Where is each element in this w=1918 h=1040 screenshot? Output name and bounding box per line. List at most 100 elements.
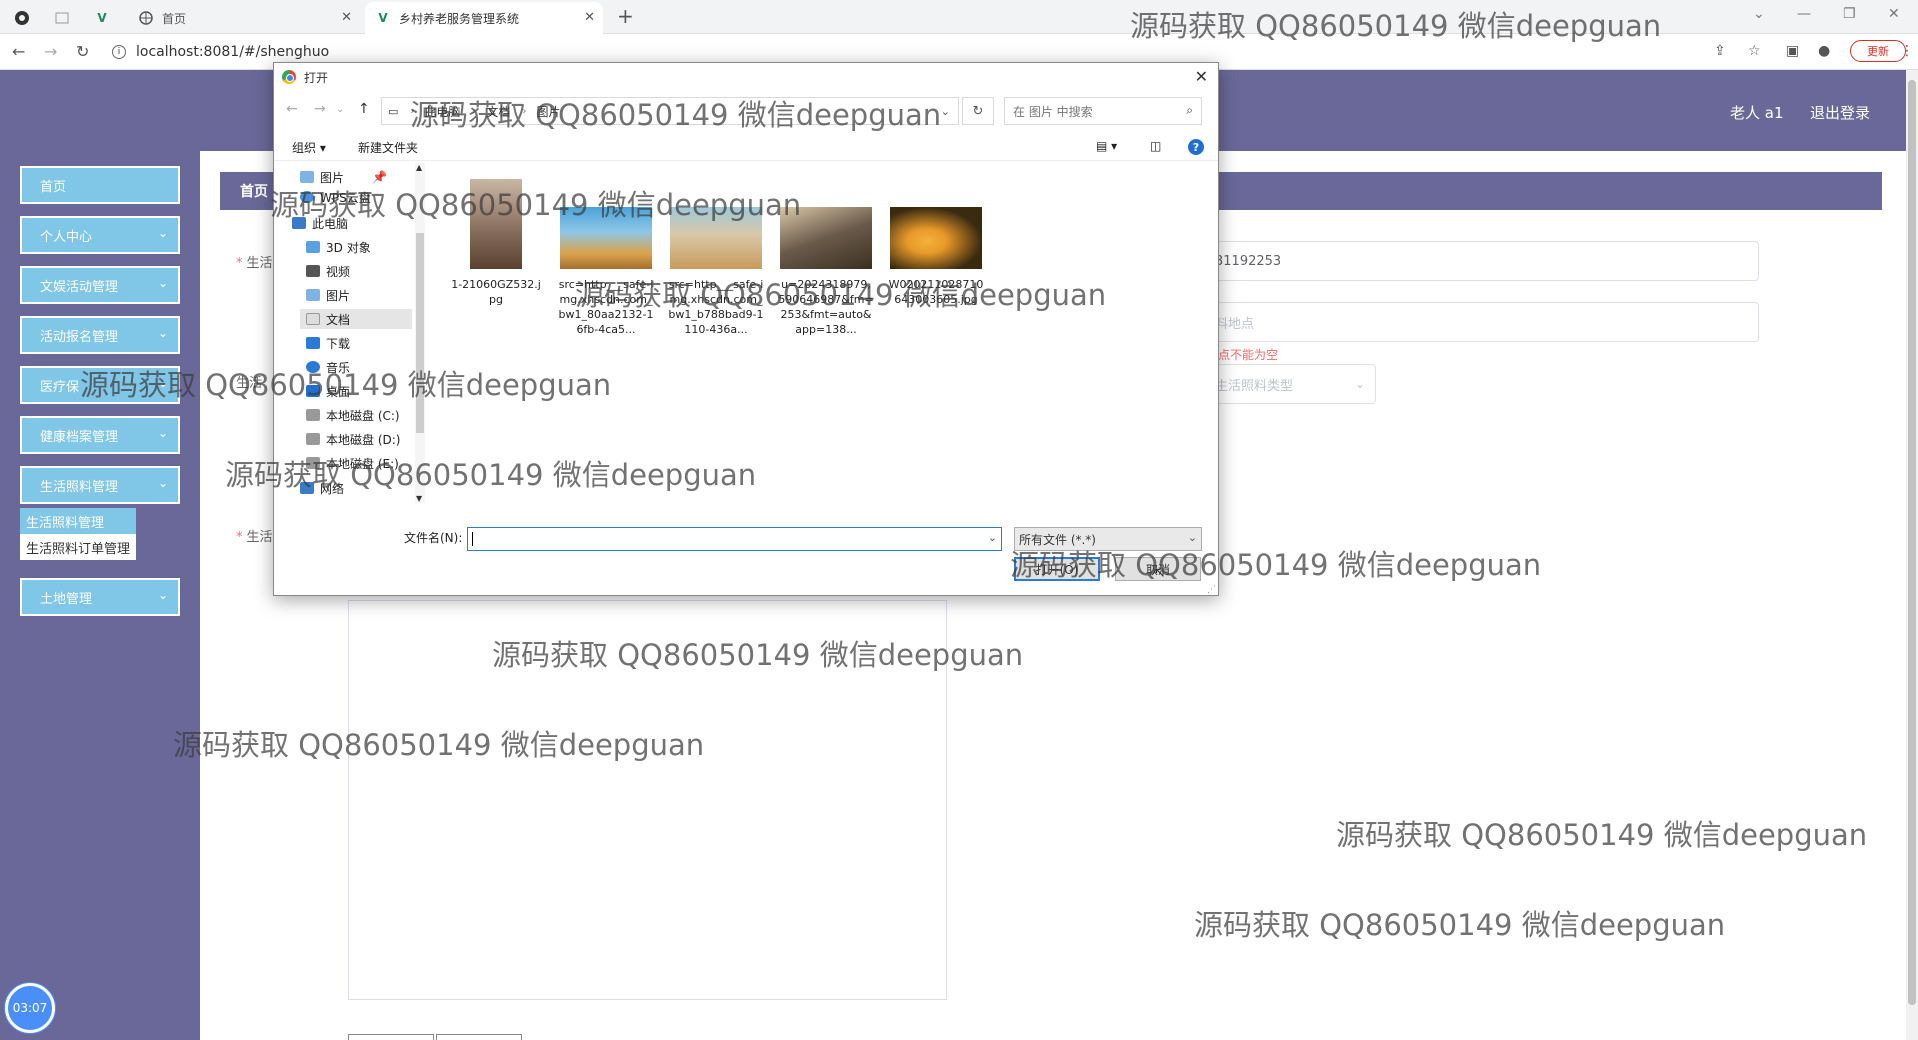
drive-icon	[306, 409, 320, 421]
current-user-label: 老人 a1	[1730, 104, 1784, 122]
reload-icon[interactable]: ↻	[76, 42, 89, 61]
tab-search-chevron-icon[interactable]: ⌄	[1753, 6, 1765, 22]
sidebar-item-land[interactable]: 土地管理 ⌄	[20, 578, 180, 616]
tab-title: 乡村养老服务管理系统	[399, 11, 520, 26]
tree-item-drive-d[interactable]: 本地磁盘 (D:)	[306, 429, 400, 449]
sidebar-item-home[interactable]: 首页	[20, 166, 180, 204]
phone-input[interactable]: 31192253	[1200, 241, 1759, 281]
chevron-down-icon[interactable]: ⌄	[941, 105, 950, 118]
chevron-down-icon: ⌄	[157, 326, 168, 340]
scroll-down-icon[interactable]: ▼	[416, 494, 422, 503]
sidebar-item-label: 生活照料管理	[40, 479, 119, 495]
filename-input[interactable]: ⌄	[467, 527, 1002, 551]
tree-label: 下载	[326, 336, 351, 351]
watermark: 源码获取 QQ86050149 微信deepguan	[80, 368, 612, 402]
forward-arrow-icon[interactable]: →	[44, 42, 57, 61]
image-thumbnail	[890, 207, 982, 269]
window-close-icon[interactable]: ✕	[1888, 6, 1900, 22]
drive-icon	[306, 433, 320, 445]
back-arrow-icon[interactable]: ←	[12, 42, 25, 61]
download-icon	[306, 337, 320, 349]
page-icon	[54, 10, 70, 26]
chevron-down-icon: ⌄	[1354, 377, 1365, 391]
tree-label: 3D 对象	[326, 240, 371, 255]
pinned-tab-github[interactable]	[12, 2, 40, 34]
location-input[interactable]: 料地点	[1200, 302, 1759, 342]
pinned-tab-vue[interactable]: V	[92, 2, 120, 34]
new-folder-button[interactable]: 新建文件夹	[358, 139, 418, 156]
forward-arrow-icon[interactable]: →	[314, 101, 326, 117]
tree-item-pictures[interactable]: 图片	[306, 285, 350, 305]
tab-active-system[interactable]: V 乡村养老服务管理系统 ✕	[365, 2, 603, 34]
phone-value: 31192253	[1215, 253, 1282, 269]
tree-item-drive-c[interactable]: 本地磁盘 (C:)	[306, 405, 400, 425]
close-icon[interactable]: ✕	[584, 10, 595, 25]
minimize-icon[interactable]: —	[1797, 6, 1811, 22]
tab-title: 首页	[162, 11, 187, 26]
label-text: 生活	[246, 256, 273, 271]
up-arrow-icon[interactable]: ↑	[358, 101, 370, 117]
file-name: 1-21060GZ532.jpg	[451, 278, 541, 306]
tree-item-3d-objects[interactable]: 3D 对象	[306, 237, 371, 257]
history-chevron-icon[interactable]: ⌄	[336, 104, 344, 115]
info-icon[interactable]: i	[112, 45, 126, 59]
help-icon[interactable]: ?	[1188, 139, 1204, 155]
close-icon[interactable]: ✕	[341, 10, 352, 25]
sidebar-item-life-care[interactable]: 生活照料管理 ⌄	[20, 466, 180, 504]
chrome-icon	[282, 70, 296, 84]
scrollbar-thumb[interactable]	[1908, 80, 1916, 1005]
tab-home[interactable]: 首页 ✕	[128, 2, 360, 34]
sidepanel-icon[interactable]: ▣	[1786, 43, 1799, 59]
sidebar-item-health-records[interactable]: 健康档案管理 ⌄	[20, 416, 180, 454]
refresh-icon[interactable]: ↻	[962, 97, 994, 125]
tree-item-documents[interactable]: 文档	[300, 309, 412, 329]
github-icon	[14, 10, 30, 26]
submenu-life-care-orders[interactable]: 生活照料订单管理	[20, 534, 136, 560]
profile-avatar-icon[interactable]: ●	[1818, 43, 1830, 59]
vue-icon: V	[97, 11, 107, 25]
back-arrow-icon[interactable]: ←	[286, 101, 298, 117]
pictures-icon	[306, 289, 320, 301]
logout-link[interactable]: 退出登录	[1810, 102, 1870, 123]
form-label-bottom: * 生活	[236, 526, 273, 545]
bookmark-star-icon[interactable]: ☆	[1748, 43, 1761, 59]
submenu-life-care-management[interactable]: 生活照料管理	[20, 508, 137, 534]
sidebar-item-entertainment[interactable]: 文娱活动管理 ⌄	[20, 266, 180, 304]
restore-icon[interactable]: ❐	[1843, 6, 1856, 22]
required-mark: *	[236, 256, 243, 271]
watermark: 源码获取 QQ86050149 微信deepguan	[575, 278, 1107, 312]
page-scrollbar[interactable]	[1906, 70, 1918, 1040]
share-icon[interactable]: ⇪	[1714, 43, 1726, 59]
pinned-tab-page[interactable]	[52, 2, 80, 34]
sidebar-item-personal-center[interactable]: 个人中心 ⌄	[20, 216, 180, 254]
sidebar-item-label: 个人中心	[40, 229, 93, 245]
tree-item-downloads[interactable]: 下载	[306, 333, 350, 353]
chevron-down-icon: ⌄	[157, 476, 168, 490]
search-placeholder: 在 图片 中搜索	[1013, 104, 1093, 119]
care-type-select[interactable]: 生活照料类型 ⌄	[1200, 364, 1376, 404]
sidebar-item-label: 健康档案管理	[40, 429, 119, 445]
organize-button[interactable]: 组织 ▾	[292, 139, 326, 156]
view-options-icon[interactable]: ▤ ▾	[1096, 139, 1117, 153]
watermark: 源码获取 QQ86050149 微信deepguan	[225, 458, 757, 492]
url-field[interactable]: i localhost:8081/#/shenghuo	[112, 41, 329, 63]
submit-button-edge[interactable]	[348, 1034, 434, 1040]
search-icon: ⌕	[1186, 103, 1193, 117]
vue-icon: V	[378, 11, 388, 25]
resize-grip-icon[interactable]: ⋰	[1207, 585, 1216, 595]
preview-pane-icon[interactable]: ◫	[1150, 139, 1161, 153]
breadcrumb-home[interactable]: 首页	[240, 181, 268, 201]
tree-item-videos[interactable]: 视频	[306, 261, 350, 281]
care-type-placeholder: 生活照料类型	[1215, 378, 1294, 394]
chevron-down-icon[interactable]: ⌄	[988, 531, 997, 544]
cancel-button-edge[interactable]	[436, 1034, 522, 1040]
filename-label: 文件名(N):	[404, 531, 463, 545]
close-icon[interactable]: ✕	[1195, 67, 1208, 86]
new-tab-plus-icon[interactable]: +	[617, 4, 634, 28]
update-button[interactable]: 更新	[1850, 40, 1906, 62]
scroll-up-icon[interactable]: ▲	[416, 163, 422, 172]
search-input[interactable]: 在 图片 中搜索 ⌕	[1004, 97, 1202, 125]
url-text: localhost:8081/#/shenghuo	[136, 44, 330, 60]
tree-label: 本地磁盘 (C:)	[326, 408, 400, 423]
sidebar-item-activity-signup[interactable]: 活动报名管理 ⌄	[20, 316, 180, 354]
